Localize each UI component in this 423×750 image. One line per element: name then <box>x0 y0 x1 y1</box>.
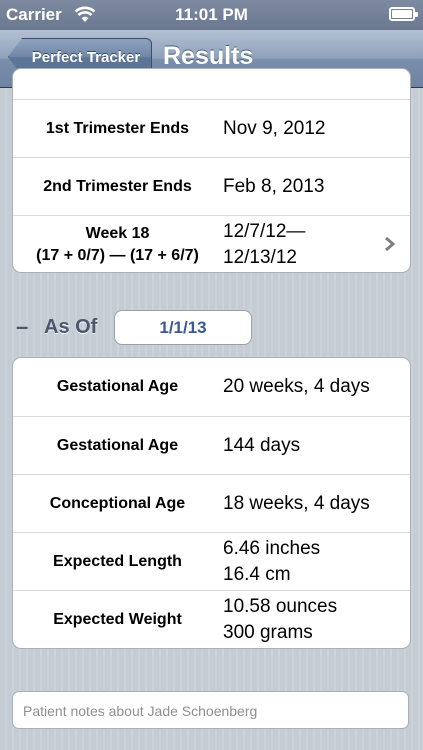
weight-ounces: 10.58 ounces <box>223 595 338 617</box>
trimester-table: 1st Trimester Ends Nov 9, 2012 2nd Trime… <box>12 68 411 273</box>
row-value: 10.58 ounces 300 grams <box>222 594 410 646</box>
clock: 11:01 PM <box>175 5 248 24</box>
week-label: Week 18 (17 + 0/7) — (17 + 6/7) <box>13 223 222 267</box>
week-number: Week 18 <box>85 224 150 242</box>
row-value: 6.46 inches 16.4 cm <box>222 536 410 588</box>
row-label: Expected Length <box>53 552 182 570</box>
week-end-date: 12/13/12 <box>223 246 297 268</box>
as-of-header: – As Of <box>16 309 97 345</box>
row-label: 1st Trimester Ends <box>45 119 190 137</box>
page-title: Results <box>163 42 254 70</box>
battery-icon <box>389 7 418 21</box>
week-row[interactable]: Week 18 (17 + 0/7) — (17 + 6/7) 12/7/12—… <box>13 215 410 272</box>
patient-notes-field[interactable]: Patient notes about Jade Schoenberg <box>12 691 409 729</box>
row-label: Expected Weight <box>53 610 182 628</box>
collapse-toggle[interactable]: – <box>16 314 38 340</box>
row-value: 18 weeks, 4 days <box>223 492 370 514</box>
week-range: (17 + 0/7) — (17 + 6/7) <box>36 246 199 264</box>
row-value: 144 days <box>223 434 301 456</box>
row-value: Feb 8, 2013 <box>223 175 325 197</box>
chevron-right-icon <box>385 236 396 252</box>
table-row: Expected Weight 10.58 ounces 300 grams <box>13 590 410 648</box>
table-row: 2nd Trimester Ends Feb 8, 2013 <box>13 157 410 215</box>
week-start-date: 12/7/12— <box>223 220 306 242</box>
length-inches: 6.46 inches <box>223 537 321 559</box>
row-value: Nov 9, 2012 <box>223 117 326 139</box>
row-label: Gestational Age <box>56 378 179 395</box>
table-row: Gestational Age 20 weeks, 4 days <box>13 358 410 416</box>
row-value: 20 weeks, 4 days <box>223 376 370 397</box>
as-of-label: As Of <box>44 315 98 338</box>
weight-grams: 300 grams <box>223 621 313 643</box>
status-bar: Carrier 11:01 PM <box>0 0 423 30</box>
table-row: 1st Trimester Ends Nov 9, 2012 <box>13 99 410 157</box>
table-row: Conceptional Age 18 weeks, 4 days <box>13 474 410 532</box>
row-label: Gestational Age <box>56 436 179 454</box>
row-label: Conceptional Age <box>49 494 186 512</box>
age-table: Gestational Age 20 weeks, 4 days Gestati… <box>12 357 411 649</box>
scrolled-row-remainder <box>13 69 410 99</box>
table-row: Expected Length 6.46 inches 16.4 cm <box>13 532 410 590</box>
as-of-date-field[interactable]: 1/1/13 <box>114 310 252 345</box>
length-cm: 16.4 cm <box>223 563 291 585</box>
table-row: Gestational Age 144 days <box>13 416 410 474</box>
row-label: 2nd Trimester Ends <box>43 177 192 195</box>
week-dates: 12/7/12— 12/13/12 <box>222 219 410 271</box>
